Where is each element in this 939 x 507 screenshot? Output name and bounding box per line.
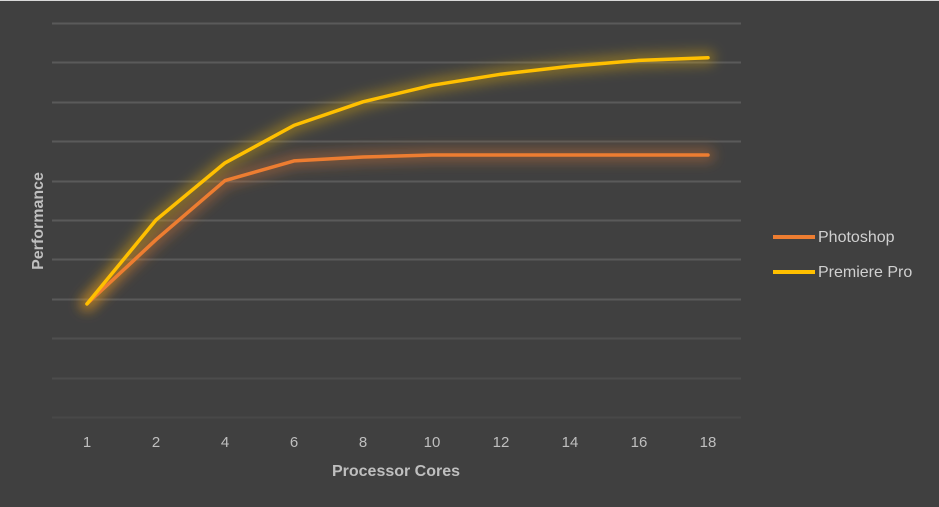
x-tick-label: 14 [562, 434, 579, 451]
legend-label: Photoshop [818, 229, 895, 246]
x-tick-label: 6 [290, 434, 298, 451]
x-tick-label: 8 [359, 434, 367, 451]
x-tick-label: 16 [631, 434, 648, 451]
x-tick-label: 18 [700, 434, 717, 451]
line-chart: 124681012141618 Processor Cores Performa… [0, 0, 939, 506]
legend-label: Premiere Pro [818, 264, 912, 281]
x-axis-title: Processor Cores [332, 463, 460, 480]
legend: Photoshop Premiere Pro [773, 229, 912, 281]
x-tick-label: 12 [493, 434, 510, 451]
legend-item-premiere-pro: Premiere Pro [773, 264, 912, 281]
y-axis-title: Performance [30, 172, 47, 270]
x-tick-label: 2 [152, 434, 160, 451]
legend-item-photoshop: Photoshop [773, 229, 895, 246]
x-tick-label: 4 [221, 434, 229, 451]
x-tick-labels: 124681012141618 [83, 434, 717, 451]
series-line-photoshop [87, 155, 708, 304]
chart-svg: 124681012141618 Processor Cores Performa… [0, 1, 939, 507]
x-tick-label: 1 [83, 434, 91, 451]
series-glow-photoshop [87, 155, 708, 304]
x-tick-label: 10 [424, 434, 441, 451]
